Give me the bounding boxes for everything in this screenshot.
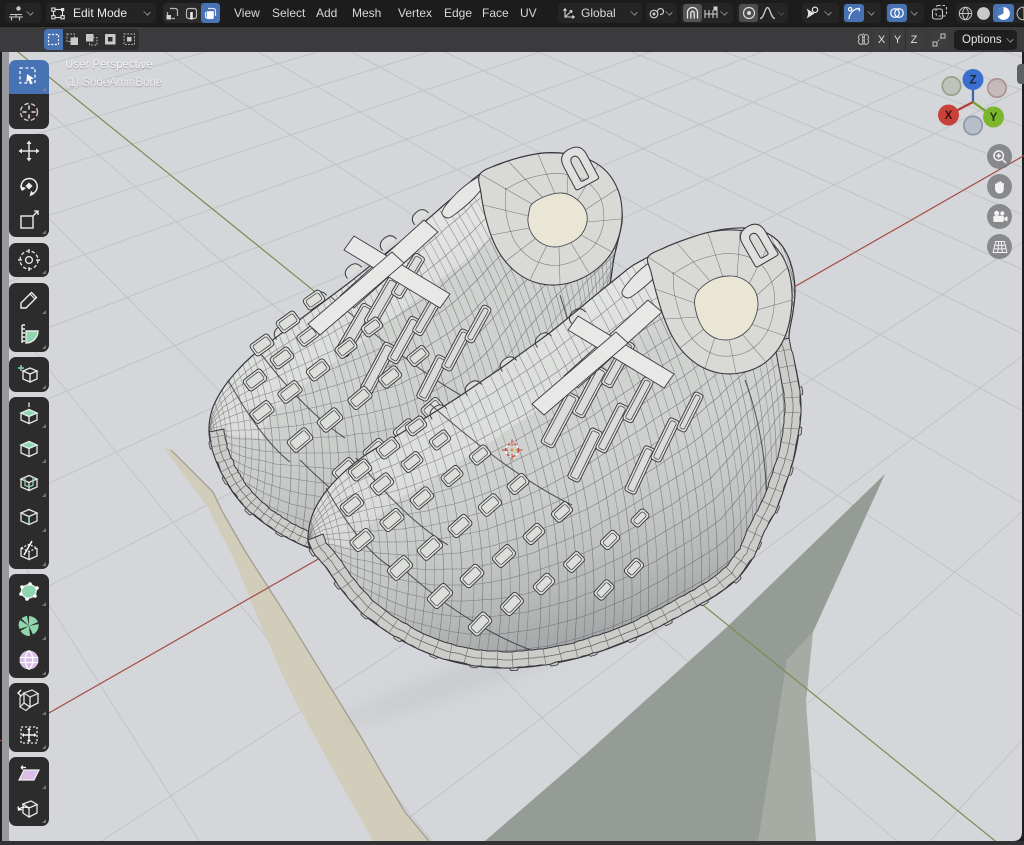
svg-text:X: X <box>945 110 953 122</box>
svg-text:Z: Z <box>969 75 976 87</box>
svg-text:Y: Y <box>990 112 998 124</box>
